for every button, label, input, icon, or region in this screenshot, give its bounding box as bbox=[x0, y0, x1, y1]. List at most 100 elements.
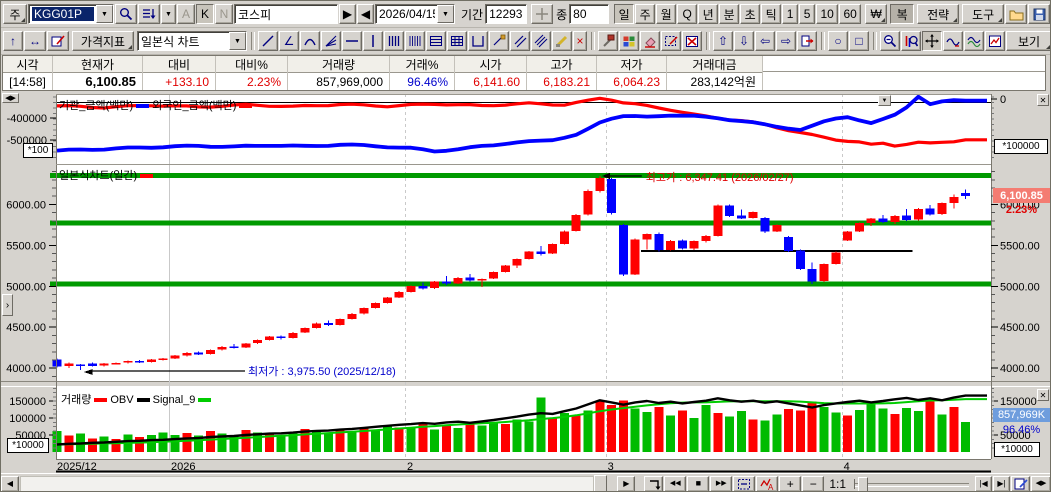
trendline-tool[interactable] bbox=[258, 31, 278, 51]
parallel-lines3-tool[interactable] bbox=[531, 31, 551, 51]
market-k-button[interactable]: K bbox=[196, 4, 214, 24]
mini-chart-tool[interactable] bbox=[985, 31, 1005, 51]
zoom-out-tool[interactable] bbox=[880, 31, 900, 51]
chart-canvas[interactable]: 6000.006000.005500.005500.005000.005000.… bbox=[1, 91, 1051, 473]
volume-pane-close-button[interactable]: ✕ bbox=[1037, 389, 1049, 401]
interval-5-button[interactable]: 5 bbox=[799, 4, 815, 24]
row-grid-tool[interactable] bbox=[426, 31, 446, 51]
grid-lines-tool[interactable] bbox=[384, 31, 404, 51]
symbol-list-button[interactable] bbox=[138, 4, 160, 24]
column-grid-tool[interactable] bbox=[447, 31, 467, 51]
chart-edit-button[interactable] bbox=[47, 31, 69, 51]
eraser-tool[interactable] bbox=[640, 31, 660, 51]
scroll-fast-left-button[interactable]: ◀◀ bbox=[664, 476, 686, 492]
interval-quarter-button[interactable]: Q bbox=[677, 4, 697, 24]
marker-pen-tool[interactable] bbox=[552, 31, 572, 51]
interval-tick-button[interactable]: 틱 bbox=[761, 4, 781, 24]
zoom-candle-tool[interactable] bbox=[901, 31, 921, 51]
symbol-name-input[interactable]: 코스피 bbox=[234, 4, 338, 24]
market-n-button[interactable]: N bbox=[215, 4, 233, 24]
candle-count-input[interactable]: 80 bbox=[569, 4, 609, 24]
pan-lr-button[interactable]: ◀▶ bbox=[1031, 476, 1051, 492]
zoom-out-button[interactable]: − bbox=[802, 476, 824, 492]
interval-second-button[interactable]: 초 bbox=[740, 4, 760, 24]
interval-day-button[interactable]: 일 bbox=[614, 4, 634, 24]
ellipse-tool[interactable]: ○ bbox=[828, 31, 848, 51]
zoom-slider[interactable] bbox=[854, 476, 969, 492]
go-last-button[interactable]: ▶| bbox=[993, 476, 1010, 492]
market-a-button[interactable]: A bbox=[177, 4, 195, 24]
pane-pager-button[interactable]: ◀▶ bbox=[2, 93, 19, 103]
period-type-button[interactable]: 주 bbox=[3, 4, 27, 24]
date-combo[interactable]: 2026/04/15▼ bbox=[375, 4, 455, 24]
chart-area[interactable]: 6000.006000.005500.005500.005000.005000.… bbox=[1, 91, 1051, 473]
interval-1-button[interactable]: 1 bbox=[782, 4, 798, 24]
pencil-line-tool[interactable] bbox=[489, 31, 509, 51]
draw-settings-tool[interactable] bbox=[598, 31, 618, 51]
scroll-fast-right-button[interactable]: ▶▶ bbox=[710, 476, 732, 492]
price-indicator-button[interactable]: 가격지표 bbox=[72, 31, 134, 51]
save-chart-button[interactable] bbox=[1028, 4, 1050, 24]
angle-line-tool[interactable]: ∠ bbox=[279, 31, 299, 51]
open-chart-button[interactable] bbox=[1005, 4, 1027, 24]
zoom-in-button[interactable]: + bbox=[779, 476, 801, 492]
symbol-code-combo[interactable]: KGG01P▼ bbox=[28, 4, 114, 24]
delete-line-tool[interactable]: × bbox=[573, 31, 587, 51]
vertical-line-tool[interactable] bbox=[363, 31, 383, 51]
hscroll-left-button[interactable]: ◀ bbox=[1, 476, 19, 492]
chart-type-combo-arrow[interactable]: ▼ bbox=[229, 32, 246, 50]
interval-year-button[interactable]: 년 bbox=[698, 4, 718, 24]
zoom-slider-handle[interactable] bbox=[858, 477, 868, 492]
fan-line-tool[interactable] bbox=[321, 31, 341, 51]
interval-week-button[interactable]: 주 bbox=[635, 4, 655, 24]
channel-tool[interactable] bbox=[468, 31, 488, 51]
parallel-lines-tool[interactable] bbox=[510, 31, 530, 51]
fit-chart-button[interactable] bbox=[531, 4, 553, 24]
symbol-search-button[interactable] bbox=[115, 4, 137, 24]
move-left-button[interactable]: ⇦ bbox=[755, 31, 775, 51]
clear-all-tool[interactable] bbox=[682, 31, 702, 51]
chart-type-combo[interactable]: 일본식 차트▼ bbox=[137, 31, 247, 51]
wave-area-tool[interactable] bbox=[964, 31, 984, 51]
hscroll-right-button[interactable]: ▶ bbox=[617, 476, 635, 492]
date-combo-arrow[interactable]: ▼ bbox=[437, 5, 454, 23]
auto-scroll-button[interactable] bbox=[733, 476, 755, 492]
left-panel-expander-button[interactable]: › bbox=[2, 294, 13, 316]
select-edit-tool[interactable] bbox=[661, 31, 681, 51]
move-down-button[interactable]: ⇩ bbox=[734, 31, 754, 51]
interval-minute-button[interactable]: 분 bbox=[719, 4, 739, 24]
flow-pane-close-button[interactable]: ✕ bbox=[1037, 94, 1049, 106]
expand-horizontal-button[interactable]: ↔ bbox=[24, 31, 46, 51]
dense-lines-tool[interactable] bbox=[405, 31, 425, 51]
restore-button[interactable]: 복 bbox=[890, 4, 914, 24]
wave-line-tool[interactable] bbox=[943, 31, 963, 51]
pan-tool[interactable] bbox=[922, 31, 942, 51]
currency-button[interactable]: ₩ bbox=[865, 4, 887, 24]
horizontal-line-tool[interactable] bbox=[342, 31, 362, 51]
rotate-view-button[interactable] bbox=[644, 476, 663, 492]
interval-10-button[interactable]: 10 bbox=[816, 4, 838, 24]
hscrollbar-thumb[interactable] bbox=[594, 475, 607, 492]
exit-tool[interactable] bbox=[797, 31, 817, 51]
scroll-up-button[interactable]: ↑ bbox=[3, 31, 23, 51]
next-symbol-button[interactable]: ▶ bbox=[339, 4, 356, 24]
symbol-list-dropdown[interactable]: ▼ bbox=[161, 4, 176, 24]
interval-60-button[interactable]: 60 bbox=[839, 4, 861, 24]
prev-symbol-button[interactable]: ◀ bbox=[357, 4, 374, 24]
move-up-button[interactable]: ⇧ bbox=[713, 31, 733, 51]
period-count-input[interactable]: 12293 bbox=[485, 4, 527, 24]
play-stop-button[interactable]: ■ bbox=[687, 476, 709, 492]
strategy-button[interactable]: 전략 bbox=[917, 4, 959, 24]
move-right-button[interactable]: ⇨ bbox=[776, 31, 796, 51]
tools-button[interactable]: 도구 bbox=[962, 4, 1004, 24]
arc-tool[interactable] bbox=[300, 31, 320, 51]
color-palette-tool[interactable] bbox=[619, 31, 639, 51]
rectangle-tool[interactable]: □ bbox=[849, 31, 869, 51]
area-zoom-button[interactable]: A bbox=[756, 476, 778, 492]
interval-month-button[interactable]: 월 bbox=[656, 4, 676, 24]
flow-pane-dropdown-button[interactable]: ▼ bbox=[878, 95, 891, 106]
hscrollbar-track[interactable] bbox=[20, 476, 594, 492]
edit-mode-button[interactable] bbox=[1011, 476, 1030, 492]
view-button[interactable]: 보기 bbox=[1006, 31, 1051, 51]
go-first-button[interactable]: |◀ bbox=[975, 476, 992, 492]
